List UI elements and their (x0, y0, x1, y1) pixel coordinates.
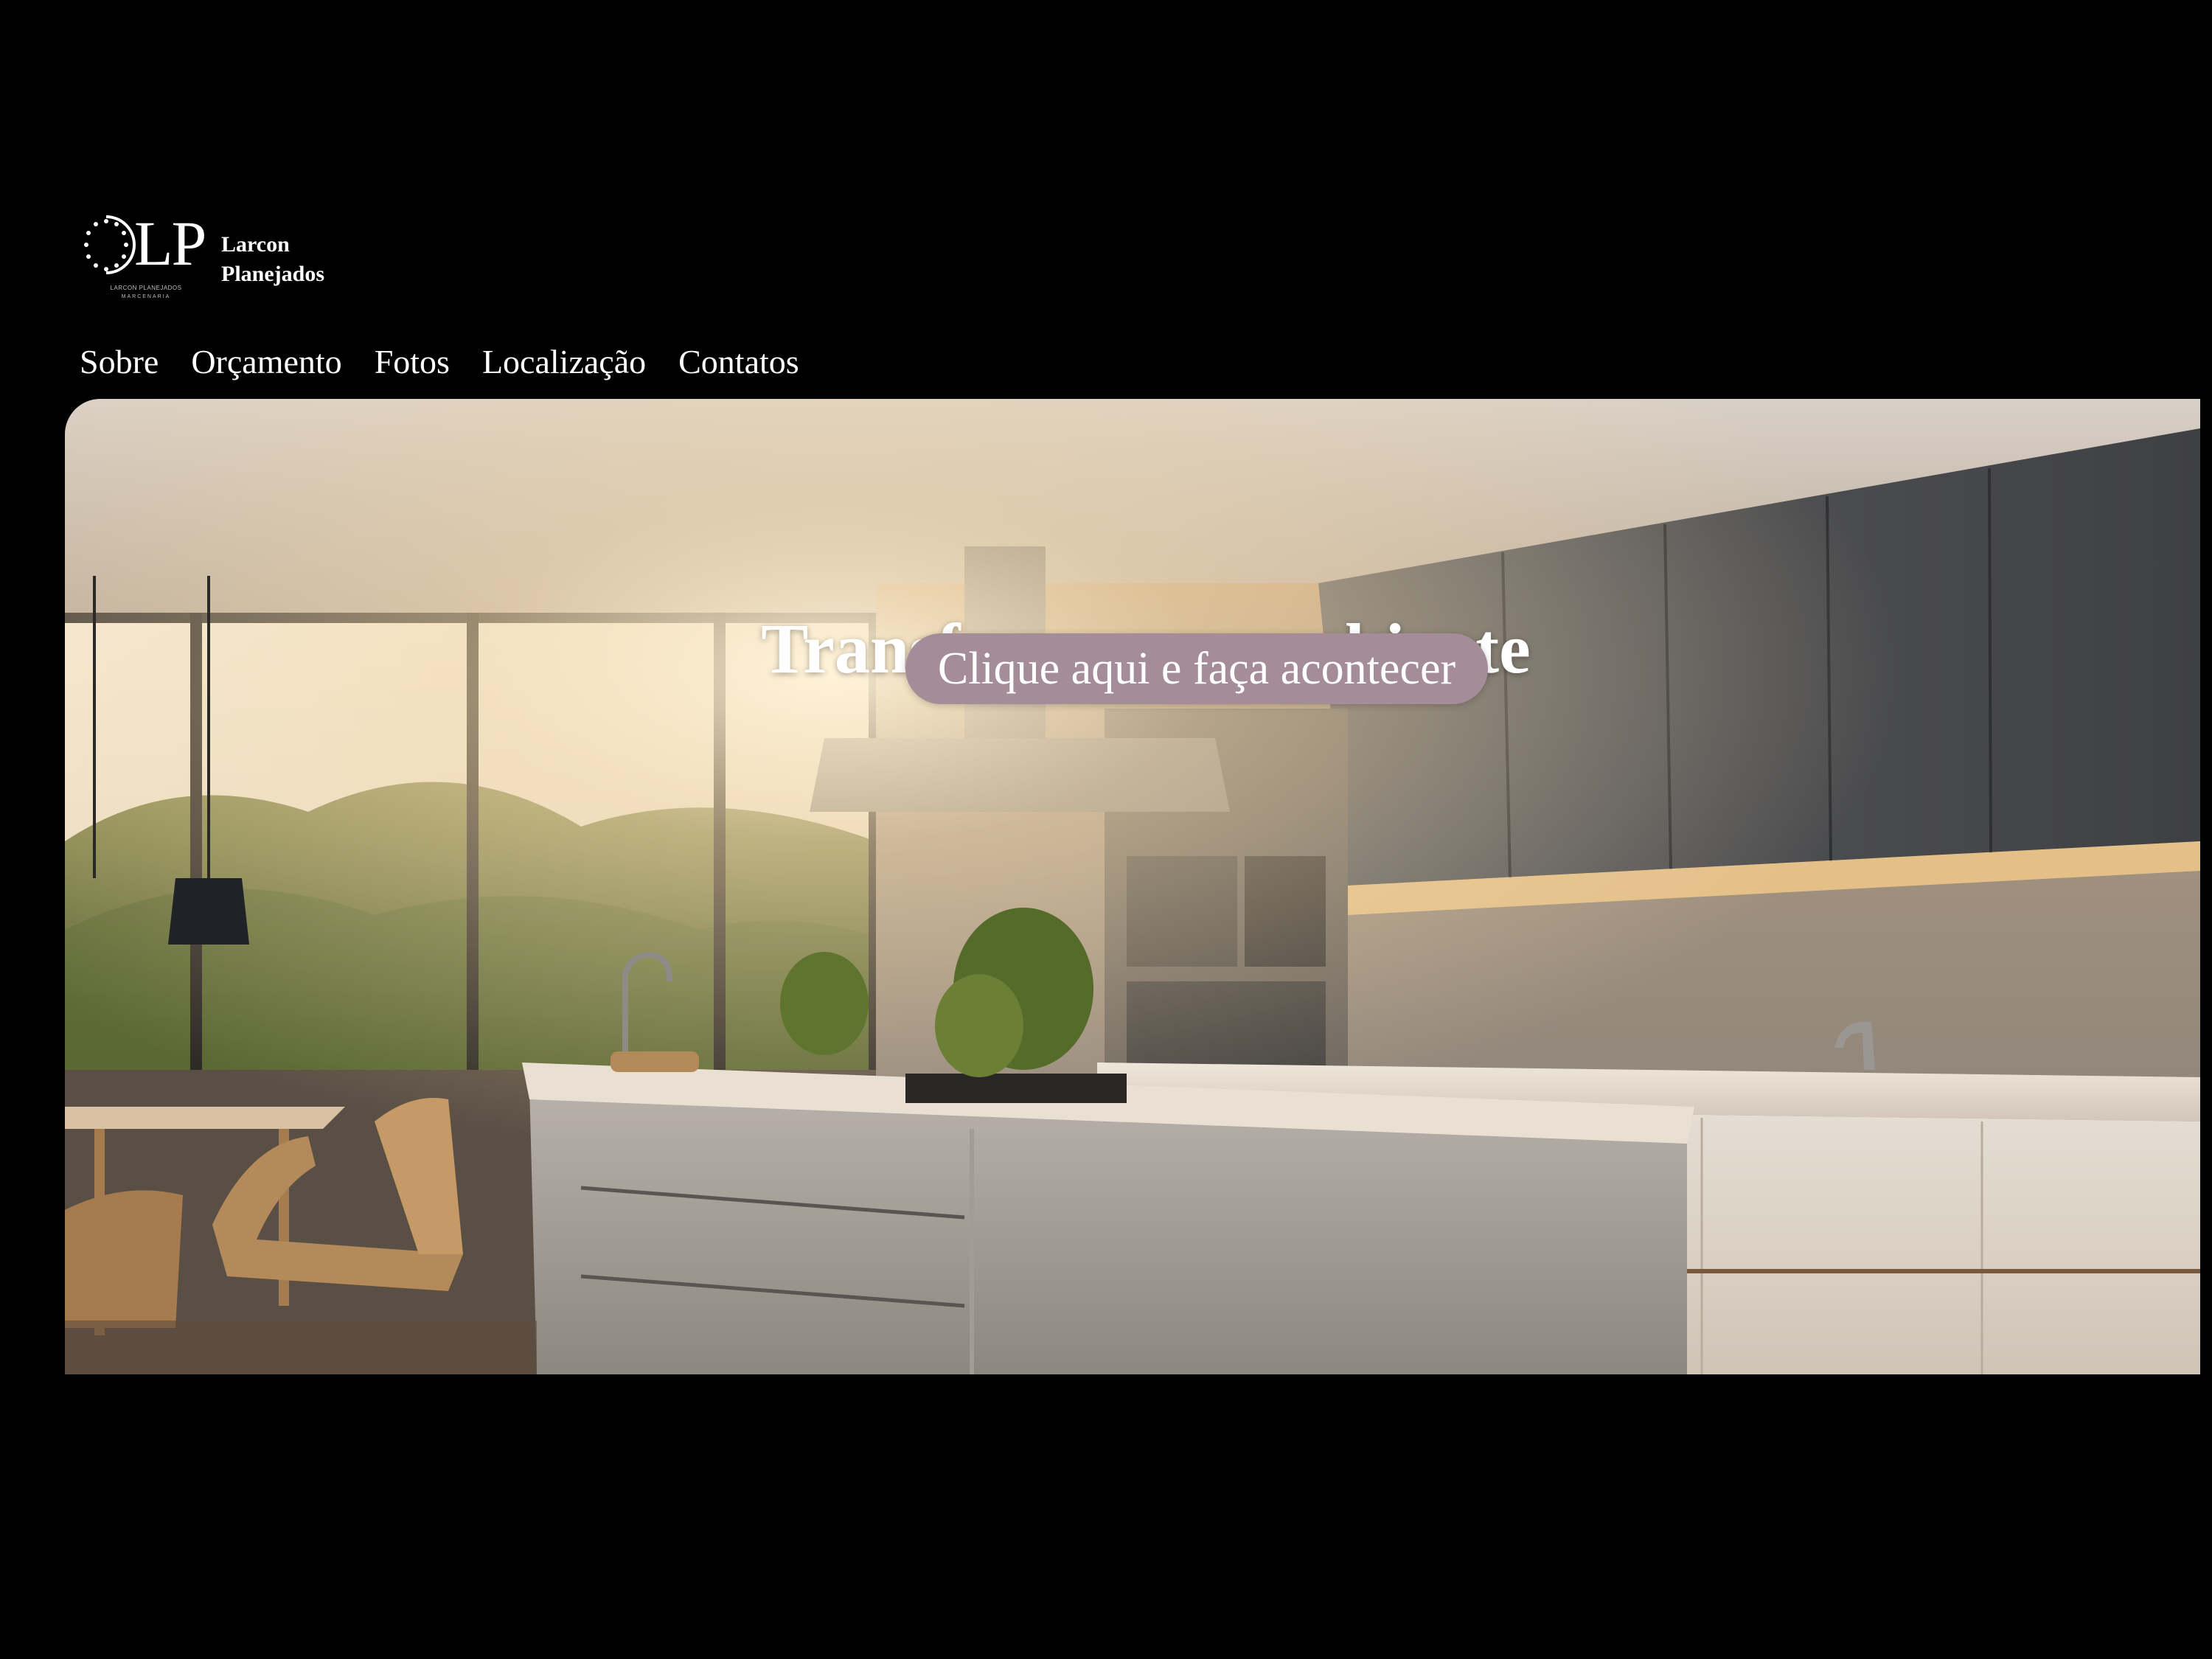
nav-link-fotos[interactable]: Fotos (375, 342, 450, 381)
cta-button[interactable]: Clique aqui e faça acontecer (905, 633, 1488, 704)
brand-name-line-2: Planejados (221, 262, 325, 286)
modern-kitchen-photo (65, 399, 2200, 1374)
logo-subtitle: LARCON PLANEJADOS (110, 285, 182, 291)
nav-link-orcamento[interactable]: Orçamento (191, 342, 341, 381)
logo-tagline: MARCENARIA (121, 294, 171, 299)
brand-name: Larcon Planejados (221, 230, 324, 289)
nav-link-localizacao[interactable]: Localização (482, 342, 646, 381)
hero-section: Transforme seu ambiente Clique aqui e fa… (65, 399, 2200, 1374)
brand-logo[interactable]: LP LARCON PLANEJADOS MARCENARIA (80, 208, 206, 306)
page: LP LARCON PLANEJADOS MARCENARIA Larcon P… (0, 0, 2212, 1659)
nav-link-contatos[interactable]: Contatos (678, 342, 799, 381)
logo-letters: LP (134, 208, 206, 279)
nav-link-sobre[interactable]: Sobre (80, 342, 159, 381)
brand-name-line-1: Larcon (221, 232, 290, 257)
site-header: LP LARCON PLANEJADOS MARCENARIA Larcon P… (80, 208, 522, 317)
main-nav: Sobre Orçamento Fotos Localização Contat… (80, 335, 799, 387)
